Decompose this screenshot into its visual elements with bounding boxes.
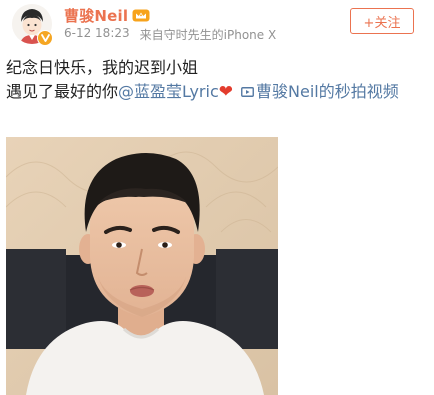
author-row: 曹骏Neil [64,5,150,25]
weibo-post-card: 曹骏Neil 6-12 18:23 来自守时先生的iPhone X +关注 纪念… [0,0,434,395]
post-text-line-2-prefix: 遇见了最好的你 [6,82,119,101]
video-link-icon [241,87,254,97]
verified-v-badge-icon [37,30,53,46]
post-text-line-1: 纪念日快乐，我的迟到小姐 [6,58,199,77]
post-meta: 6-12 18:23 来自守时先生的iPhone X [64,26,276,43]
post-timestamp[interactable]: 6-12 18:23 [64,26,130,43]
heart-emoji: ❤ [218,82,234,102]
author-name[interactable]: 曹骏Neil [64,5,128,26]
post-header: 曹骏Neil 6-12 18:23 来自守时先生的iPhone X +关注 [0,0,434,52]
video-thumbnail-man-in-white-tshirt [6,137,278,395]
post-text: 纪念日快乐，我的迟到小姐 遇见了最好的你@蓝盈莹Lyric❤ 曹骏Neil的秒拍视… [6,56,426,104]
mention-link[interactable]: @蓝盈莹Lyric [118,82,219,101]
video-link-label: 曹骏Neil的秒拍视频 [256,82,399,101]
video-thumbnail[interactable] [6,137,278,395]
follow-button[interactable]: +关注 [350,8,414,34]
post-text-line-2: 遇见了最好的你@蓝盈莹Lyric❤ 曹骏Neil的秒拍视频 [6,80,426,104]
weibo-vip-crown-icon[interactable] [132,9,150,22]
video-link[interactable]: 曹骏Neil的秒拍视频 [233,82,399,101]
post-source: 来自守时先生的iPhone X [139,28,277,42]
